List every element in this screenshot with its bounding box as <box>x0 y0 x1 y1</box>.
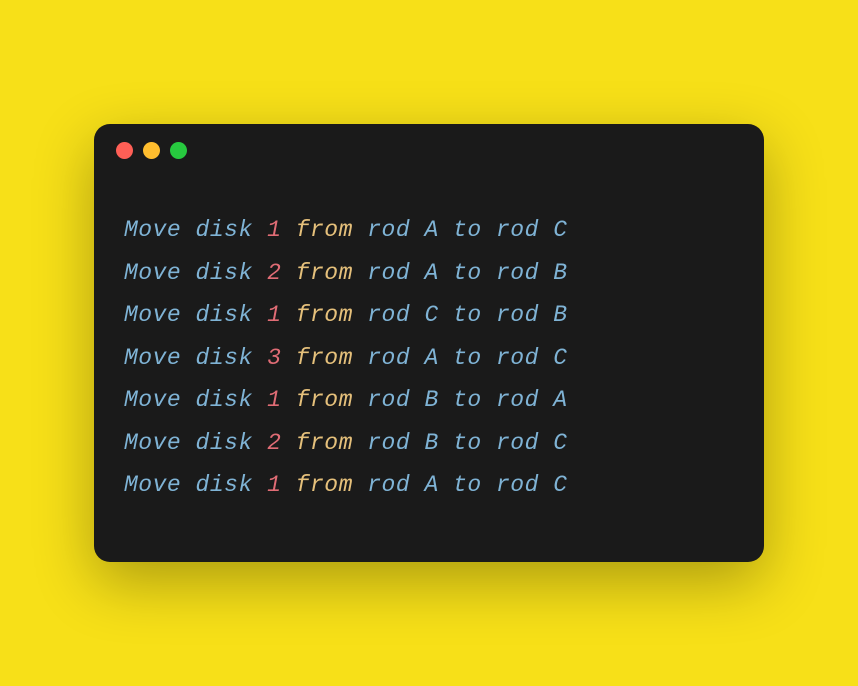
maximize-icon[interactable] <box>170 142 187 159</box>
move-token: Move <box>124 217 181 243</box>
to-rod: B <box>553 302 567 328</box>
disk-token: disk <box>196 345 253 371</box>
output-line: Move disk 2 from rod B to rod C <box>124 422 734 465</box>
to-rod: C <box>553 472 567 498</box>
to-token: to <box>453 302 482 328</box>
to-token: to <box>453 217 482 243</box>
rod-token: rod <box>367 387 410 413</box>
disk-token: disk <box>196 217 253 243</box>
disk-token: disk <box>196 302 253 328</box>
rod-token: rod <box>367 345 410 371</box>
disk-number: 2 <box>267 430 281 456</box>
rod-token: rod <box>496 302 539 328</box>
disk-number: 1 <box>267 387 281 413</box>
move-token: Move <box>124 260 181 286</box>
from-rod: C <box>424 302 438 328</box>
rod-token: rod <box>496 217 539 243</box>
rod-token: rod <box>496 345 539 371</box>
disk-number: 1 <box>267 302 281 328</box>
rod-token: rod <box>496 260 539 286</box>
from-token: from <box>296 302 353 328</box>
from-rod: A <box>424 217 438 243</box>
output-line: Move disk 1 from rod B to rod A <box>124 379 734 422</box>
output-line: Move disk 3 from rod A to rod C <box>124 337 734 380</box>
to-rod: B <box>553 260 567 286</box>
from-token: from <box>296 345 353 371</box>
rod-token: rod <box>367 260 410 286</box>
disk-token: disk <box>196 472 253 498</box>
from-token: from <box>296 260 353 286</box>
move-token: Move <box>124 302 181 328</box>
from-rod: B <box>424 387 438 413</box>
rod-token: rod <box>367 472 410 498</box>
disk-number: 3 <box>267 345 281 371</box>
disk-token: disk <box>196 430 253 456</box>
disk-token: disk <box>196 387 253 413</box>
from-rod: B <box>424 430 438 456</box>
titlebar <box>94 124 764 169</box>
output-line: Move disk 2 from rod A to rod B <box>124 252 734 295</box>
from-rod: A <box>424 472 438 498</box>
disk-number: 1 <box>267 217 281 243</box>
rod-token: rod <box>367 302 410 328</box>
move-token: Move <box>124 430 181 456</box>
minimize-icon[interactable] <box>143 142 160 159</box>
rod-token: rod <box>496 387 539 413</box>
rod-token: rod <box>367 430 410 456</box>
to-rod: C <box>553 430 567 456</box>
from-rod: A <box>424 345 438 371</box>
to-token: to <box>453 260 482 286</box>
to-rod: C <box>553 217 567 243</box>
output-line: Move disk 1 from rod C to rod B <box>124 294 734 337</box>
rod-token: rod <box>367 217 410 243</box>
output-line: Move disk 1 from rod A to rod C <box>124 464 734 507</box>
from-token: from <box>296 430 353 456</box>
rod-token: rod <box>496 472 539 498</box>
from-token: from <box>296 387 353 413</box>
from-rod: A <box>424 260 438 286</box>
to-token: to <box>453 430 482 456</box>
from-token: from <box>296 217 353 243</box>
close-icon[interactable] <box>116 142 133 159</box>
move-token: Move <box>124 472 181 498</box>
output-line: Move disk 1 from rod A to rod C <box>124 209 734 252</box>
disk-token: disk <box>196 260 253 286</box>
from-token: from <box>296 472 353 498</box>
move-token: Move <box>124 345 181 371</box>
to-rod: A <box>553 387 567 413</box>
terminal-content: Move disk 1 from rod A to rod C Move dis… <box>94 169 764 562</box>
to-token: to <box>453 345 482 371</box>
to-token: to <box>453 387 482 413</box>
disk-number: 1 <box>267 472 281 498</box>
to-rod: C <box>553 345 567 371</box>
disk-number: 2 <box>267 260 281 286</box>
terminal-window: Move disk 1 from rod A to rod C Move dis… <box>94 124 764 562</box>
move-token: Move <box>124 387 181 413</box>
rod-token: rod <box>496 430 539 456</box>
to-token: to <box>453 472 482 498</box>
